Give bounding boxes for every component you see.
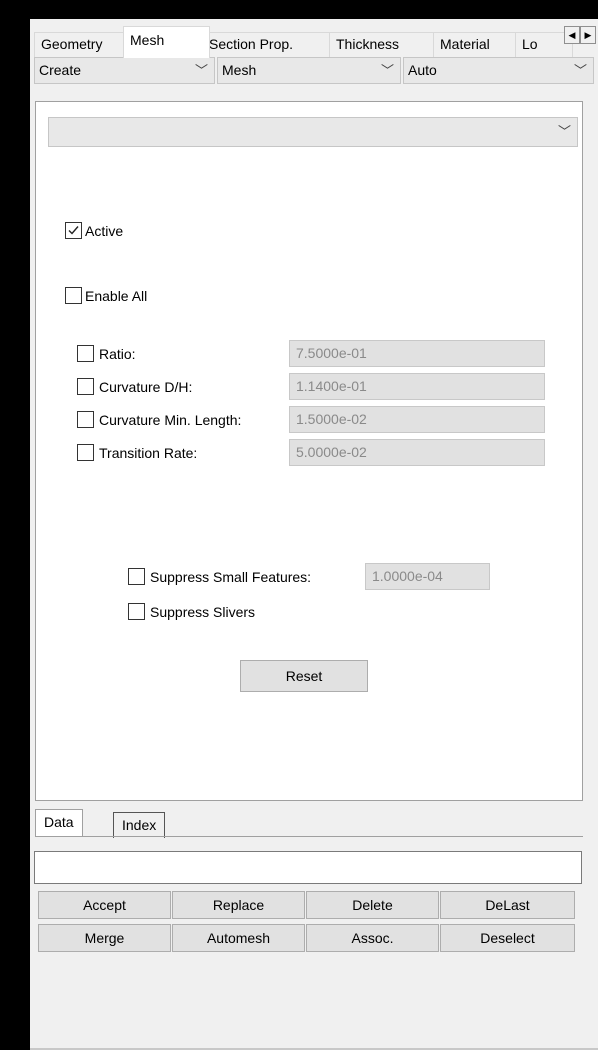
- data-input-field[interactable]: [34, 851, 582, 884]
- reset-button[interactable]: Reset: [240, 660, 368, 692]
- transition-rate-field[interactable]: 5.0000e-02: [289, 439, 545, 466]
- checkmark-icon: [68, 226, 79, 235]
- transition-rate-checkbox[interactable]: [77, 444, 94, 461]
- replace-button[interactable]: Replace: [172, 891, 305, 919]
- delast-button[interactable]: DeLast: [440, 891, 575, 919]
- suppress-small-features-checkbox[interactable]: [128, 568, 145, 585]
- tab-label: Mesh: [130, 32, 165, 48]
- curvature-dh-checkbox[interactable]: [77, 378, 94, 395]
- method-dropdown-value: Auto: [408, 62, 437, 78]
- ratio-label: Ratio:: [99, 346, 136, 362]
- deselect-button[interactable]: Deselect: [440, 924, 575, 952]
- accept-button[interactable]: Accept: [38, 891, 171, 919]
- curvature-dh-label: Curvature D/H:: [99, 379, 193, 395]
- tab-data[interactable]: Data: [35, 809, 83, 836]
- tab-index[interactable]: Index: [113, 812, 166, 838]
- merge-button[interactable]: Merge: [38, 924, 171, 952]
- options-panel: ﹀ Active Enable All Ratio: 7.5000e-01 Cu…: [35, 101, 583, 801]
- tab-thickness[interactable]: Thickness: [329, 32, 441, 57]
- chevron-down-icon: ﹀: [557, 124, 571, 139]
- tab-mesh[interactable]: Mesh: [123, 26, 210, 58]
- action-dropdown-value: Create: [39, 62, 82, 78]
- chevron-down-icon: ﹀: [380, 63, 394, 78]
- chevron-down-icon: ﹀: [573, 63, 587, 78]
- tab-label: Section Prop.: [209, 36, 294, 52]
- ratio-checkbox[interactable]: [77, 345, 94, 362]
- tab-label: Geometry: [41, 36, 103, 52]
- tab-label: Thickness: [336, 36, 400, 52]
- curvature-dh-field[interactable]: 1.1400e-01: [289, 373, 545, 400]
- delete-button[interactable]: Delete: [306, 891, 439, 919]
- suppress-small-features-field[interactable]: 1.0000e-04: [365, 563, 490, 590]
- tab-scroll-left-icon[interactable]: ◀: [564, 26, 580, 44]
- tab-material[interactable]: Material: [433, 32, 523, 57]
- curvature-min-length-label: Curvature Min. Length:: [99, 412, 242, 428]
- tab-section-prop[interactable]: Section Prop.: [202, 32, 337, 57]
- chevron-down-icon: ﹀: [194, 63, 208, 78]
- mesh-panel-window: Geometry Mesh Section Prop. Thickness Ma…: [30, 19, 598, 1050]
- tab-label: Material: [440, 36, 490, 52]
- tab-label: Lo: [522, 36, 538, 52]
- enable-all-label: Enable All: [85, 288, 148, 304]
- group-dropdown[interactable]: ﹀: [48, 117, 578, 147]
- tab-geometry[interactable]: Geometry: [34, 32, 131, 57]
- assoc-button[interactable]: Assoc.: [306, 924, 439, 952]
- automesh-button[interactable]: Automesh: [172, 924, 305, 952]
- tab-label: Data: [44, 814, 74, 830]
- suppress-small-features-label: Suppress Small Features:: [150, 569, 312, 585]
- tab-scroll-right-icon[interactable]: ▶: [580, 26, 596, 44]
- active-label: Active: [85, 223, 124, 239]
- transition-rate-label: Transition Rate:: [99, 445, 198, 461]
- tab-label: Index: [122, 817, 157, 833]
- curvature-min-length-field[interactable]: 1.5000e-02: [289, 406, 545, 433]
- object-dropdown[interactable]: Mesh ﹀: [217, 57, 401, 84]
- action-dropdown[interactable]: Create ﹀: [34, 57, 215, 84]
- enable-all-checkbox[interactable]: [65, 287, 82, 304]
- suppress-slivers-checkbox[interactable]: [128, 603, 145, 620]
- ratio-field[interactable]: 7.5000e-01: [289, 340, 545, 367]
- suppress-slivers-label: Suppress Slivers: [150, 604, 256, 620]
- method-dropdown[interactable]: Auto ﹀: [403, 57, 594, 84]
- object-dropdown-value: Mesh: [222, 62, 257, 78]
- active-checkbox[interactable]: [65, 222, 82, 239]
- tab-divider: [35, 836, 583, 837]
- curvature-min-length-checkbox[interactable]: [77, 411, 94, 428]
